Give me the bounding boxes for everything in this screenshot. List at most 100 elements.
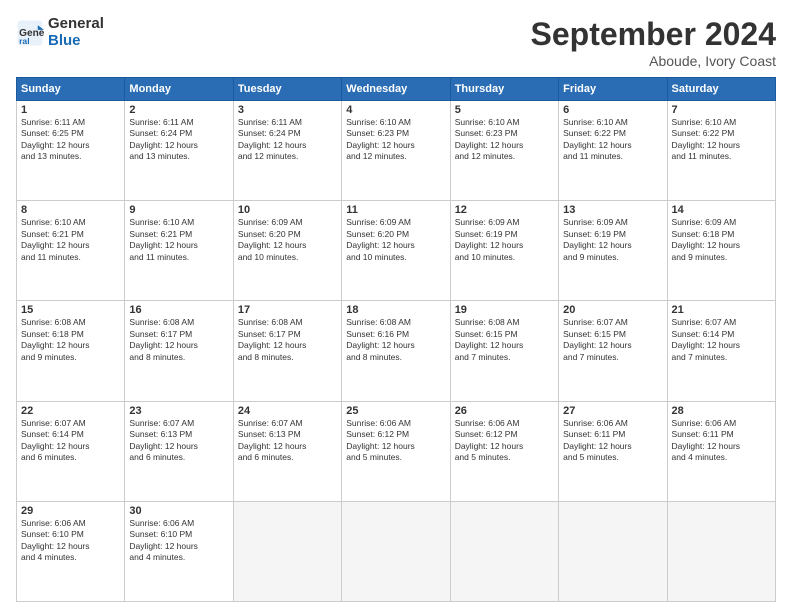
col-saturday: Saturday: [667, 78, 775, 101]
day-info: Sunrise: 6:08 AM Sunset: 6:15 PM Dayligh…: [455, 317, 554, 363]
day-number: 9: [129, 204, 228, 216]
table-row: 6Sunrise: 6:10 AM Sunset: 6:22 PM Daylig…: [559, 101, 667, 201]
day-number: 5: [455, 104, 554, 116]
day-info: Sunrise: 6:09 AM Sunset: 6:19 PM Dayligh…: [563, 217, 662, 263]
table-row: 27Sunrise: 6:06 AM Sunset: 6:11 PM Dayli…: [559, 401, 667, 501]
table-row: 22Sunrise: 6:07 AM Sunset: 6:14 PM Dayli…: [17, 401, 125, 501]
day-number: 13: [563, 204, 662, 216]
day-number: 30: [129, 505, 228, 517]
day-info: Sunrise: 6:07 AM Sunset: 6:13 PM Dayligh…: [129, 418, 228, 464]
day-number: 6: [563, 104, 662, 116]
day-info: Sunrise: 6:10 AM Sunset: 6:23 PM Dayligh…: [346, 117, 445, 163]
day-info: Sunrise: 6:11 AM Sunset: 6:24 PM Dayligh…: [238, 117, 337, 163]
table-row: 1Sunrise: 6:11 AM Sunset: 6:25 PM Daylig…: [17, 101, 125, 201]
calendar-header-row: Sunday Monday Tuesday Wednesday Thursday…: [17, 78, 776, 101]
day-number: 14: [672, 204, 771, 216]
day-number: 20: [563, 304, 662, 316]
table-row: [342, 501, 450, 601]
table-row: [559, 501, 667, 601]
table-row: 13Sunrise: 6:09 AM Sunset: 6:19 PM Dayli…: [559, 201, 667, 301]
day-info: Sunrise: 6:09 AM Sunset: 6:19 PM Dayligh…: [455, 217, 554, 263]
table-row: 15Sunrise: 6:08 AM Sunset: 6:18 PM Dayli…: [17, 301, 125, 401]
table-row: 5Sunrise: 6:10 AM Sunset: 6:23 PM Daylig…: [450, 101, 558, 201]
logo-line2: Blue: [48, 33, 104, 50]
table-row: 29Sunrise: 6:06 AM Sunset: 6:10 PM Dayli…: [17, 501, 125, 601]
day-number: 17: [238, 304, 337, 316]
table-row: 23Sunrise: 6:07 AM Sunset: 6:13 PM Dayli…: [125, 401, 233, 501]
calendar-week-row: 22Sunrise: 6:07 AM Sunset: 6:14 PM Dayli…: [17, 401, 776, 501]
day-number: 27: [563, 405, 662, 417]
day-number: 1: [21, 104, 120, 116]
day-number: 15: [21, 304, 120, 316]
day-info: Sunrise: 6:06 AM Sunset: 6:11 PM Dayligh…: [672, 418, 771, 464]
location-subtitle: Aboude, Ivory Coast: [531, 53, 776, 69]
table-row: 21Sunrise: 6:07 AM Sunset: 6:14 PM Dayli…: [667, 301, 775, 401]
day-info: Sunrise: 6:06 AM Sunset: 6:12 PM Dayligh…: [455, 418, 554, 464]
col-wednesday: Wednesday: [342, 78, 450, 101]
day-number: 8: [21, 204, 120, 216]
col-thursday: Thursday: [450, 78, 558, 101]
table-row: 19Sunrise: 6:08 AM Sunset: 6:15 PM Dayli…: [450, 301, 558, 401]
calendar-week-row: 8Sunrise: 6:10 AM Sunset: 6:21 PM Daylig…: [17, 201, 776, 301]
day-info: Sunrise: 6:10 AM Sunset: 6:23 PM Dayligh…: [455, 117, 554, 163]
table-row: 12Sunrise: 6:09 AM Sunset: 6:19 PM Dayli…: [450, 201, 558, 301]
calendar-table: Sunday Monday Tuesday Wednesday Thursday…: [16, 77, 776, 602]
day-info: Sunrise: 6:07 AM Sunset: 6:15 PM Dayligh…: [563, 317, 662, 363]
table-row: 11Sunrise: 6:09 AM Sunset: 6:20 PM Dayli…: [342, 201, 450, 301]
day-number: 7: [672, 104, 771, 116]
day-info: Sunrise: 6:08 AM Sunset: 6:17 PM Dayligh…: [129, 317, 228, 363]
day-info: Sunrise: 6:11 AM Sunset: 6:25 PM Dayligh…: [21, 117, 120, 163]
table-row: 3Sunrise: 6:11 AM Sunset: 6:24 PM Daylig…: [233, 101, 341, 201]
day-number: 12: [455, 204, 554, 216]
table-row: 10Sunrise: 6:09 AM Sunset: 6:20 PM Dayli…: [233, 201, 341, 301]
table-row: 7Sunrise: 6:10 AM Sunset: 6:22 PM Daylig…: [667, 101, 775, 201]
day-number: 11: [346, 204, 445, 216]
logo-icon: Gene ral: [16, 19, 44, 47]
table-row: 16Sunrise: 6:08 AM Sunset: 6:17 PM Dayli…: [125, 301, 233, 401]
day-number: 23: [129, 405, 228, 417]
calendar-week-row: 29Sunrise: 6:06 AM Sunset: 6:10 PM Dayli…: [17, 501, 776, 601]
logo-line1: General: [48, 15, 104, 32]
day-info: Sunrise: 6:06 AM Sunset: 6:12 PM Dayligh…: [346, 418, 445, 464]
day-info: Sunrise: 6:06 AM Sunset: 6:11 PM Dayligh…: [563, 418, 662, 464]
day-number: 19: [455, 304, 554, 316]
day-info: Sunrise: 6:09 AM Sunset: 6:20 PM Dayligh…: [346, 217, 445, 263]
table-row: 30Sunrise: 6:06 AM Sunset: 6:10 PM Dayli…: [125, 501, 233, 601]
table-row: 25Sunrise: 6:06 AM Sunset: 6:12 PM Dayli…: [342, 401, 450, 501]
day-number: 29: [21, 505, 120, 517]
day-number: 10: [238, 204, 337, 216]
table-row: 17Sunrise: 6:08 AM Sunset: 6:17 PM Dayli…: [233, 301, 341, 401]
day-number: 16: [129, 304, 228, 316]
table-row: 26Sunrise: 6:06 AM Sunset: 6:12 PM Dayli…: [450, 401, 558, 501]
month-title: September 2024: [531, 16, 776, 53]
col-sunday: Sunday: [17, 78, 125, 101]
day-info: Sunrise: 6:10 AM Sunset: 6:22 PM Dayligh…: [563, 117, 662, 163]
day-number: 4: [346, 104, 445, 116]
table-row: 8Sunrise: 6:10 AM Sunset: 6:21 PM Daylig…: [17, 201, 125, 301]
col-friday: Friday: [559, 78, 667, 101]
day-number: 3: [238, 104, 337, 116]
day-info: Sunrise: 6:07 AM Sunset: 6:14 PM Dayligh…: [672, 317, 771, 363]
day-number: 28: [672, 405, 771, 417]
table-row: 28Sunrise: 6:06 AM Sunset: 6:11 PM Dayli…: [667, 401, 775, 501]
title-block: September 2024 Aboude, Ivory Coast: [531, 16, 776, 69]
day-info: Sunrise: 6:06 AM Sunset: 6:10 PM Dayligh…: [21, 518, 120, 564]
day-number: 22: [21, 405, 120, 417]
col-tuesday: Tuesday: [233, 78, 341, 101]
logo: Gene ral General Blue: [16, 16, 104, 49]
day-info: Sunrise: 6:09 AM Sunset: 6:20 PM Dayligh…: [238, 217, 337, 263]
day-info: Sunrise: 6:07 AM Sunset: 6:14 PM Dayligh…: [21, 418, 120, 464]
day-info: Sunrise: 6:10 AM Sunset: 6:21 PM Dayligh…: [21, 217, 120, 263]
day-number: 25: [346, 405, 445, 417]
table-row: 2Sunrise: 6:11 AM Sunset: 6:24 PM Daylig…: [125, 101, 233, 201]
day-info: Sunrise: 6:06 AM Sunset: 6:10 PM Dayligh…: [129, 518, 228, 564]
table-row: 4Sunrise: 6:10 AM Sunset: 6:23 PM Daylig…: [342, 101, 450, 201]
table-row: [233, 501, 341, 601]
table-row: [450, 501, 558, 601]
svg-text:ral: ral: [19, 35, 29, 45]
table-row: 9Sunrise: 6:10 AM Sunset: 6:21 PM Daylig…: [125, 201, 233, 301]
day-info: Sunrise: 6:09 AM Sunset: 6:18 PM Dayligh…: [672, 217, 771, 263]
day-number: 26: [455, 405, 554, 417]
table-row: 20Sunrise: 6:07 AM Sunset: 6:15 PM Dayli…: [559, 301, 667, 401]
day-info: Sunrise: 6:10 AM Sunset: 6:21 PM Dayligh…: [129, 217, 228, 263]
